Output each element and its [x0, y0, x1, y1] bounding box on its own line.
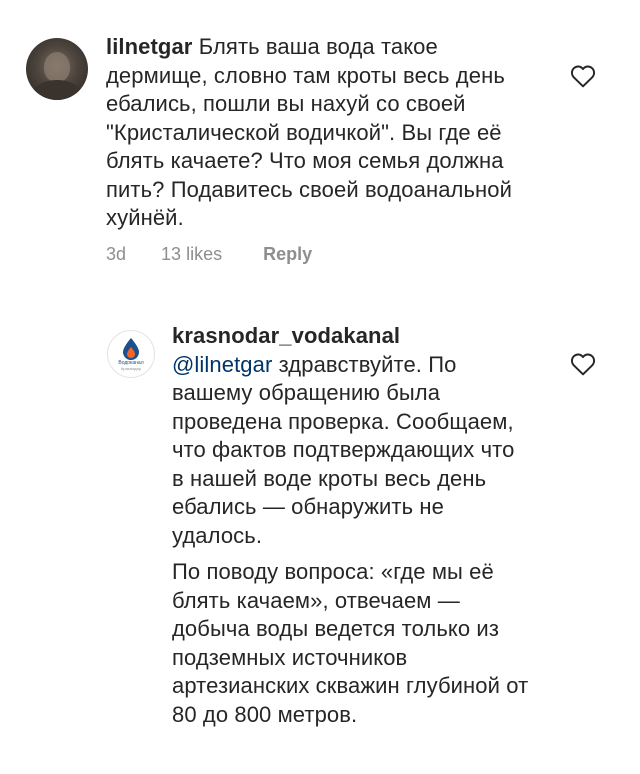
water-drop-logo-icon	[123, 338, 139, 360]
org-avatar[interactable]: Водоканал Краснодар	[107, 330, 155, 378]
comment-likes[interactable]: 13 likes	[161, 244, 222, 265]
comment-text: Блять ваша вода такое дермище, словно та…	[106, 34, 513, 230]
comment-text-1: здравствуйте. По вашему обращению была п…	[172, 351, 515, 548]
comment-paragraph-2: По поводу вопроса: «где мы её блять кача…	[172, 559, 529, 727]
comment-username[interactable]: lilnetgar	[106, 34, 192, 59]
comment-time: 3d	[106, 244, 127, 264]
comment-username[interactable]: krasnodar_vodakanal	[172, 322, 532, 351]
heart-outline-icon[interactable]	[570, 352, 596, 376]
logo-text: Водоканал Краснодар	[108, 361, 154, 371]
logo-subtitle: Краснодар	[121, 366, 141, 371]
comment-body: lilnetgar Блять ваша вода такое дермище,…	[106, 33, 526, 233]
avatar-shoulders-shape	[32, 80, 82, 100]
heart-outline-icon[interactable]	[570, 64, 596, 88]
avatar-face-shape	[44, 52, 70, 82]
user-avatar[interactable]	[26, 38, 88, 100]
comment-paragraph-1: @lilnetgar здравствуйте. По вашему обращ…	[172, 351, 532, 551]
reply-button[interactable]: Reply	[263, 244, 312, 265]
mention-link[interactable]: @lilnetgar	[172, 352, 272, 377]
comment-body: krasnodar_vodakanal @lilnetgar здравству…	[172, 322, 532, 729]
comment-meta: 3d 13 likes Reply	[106, 244, 312, 265]
